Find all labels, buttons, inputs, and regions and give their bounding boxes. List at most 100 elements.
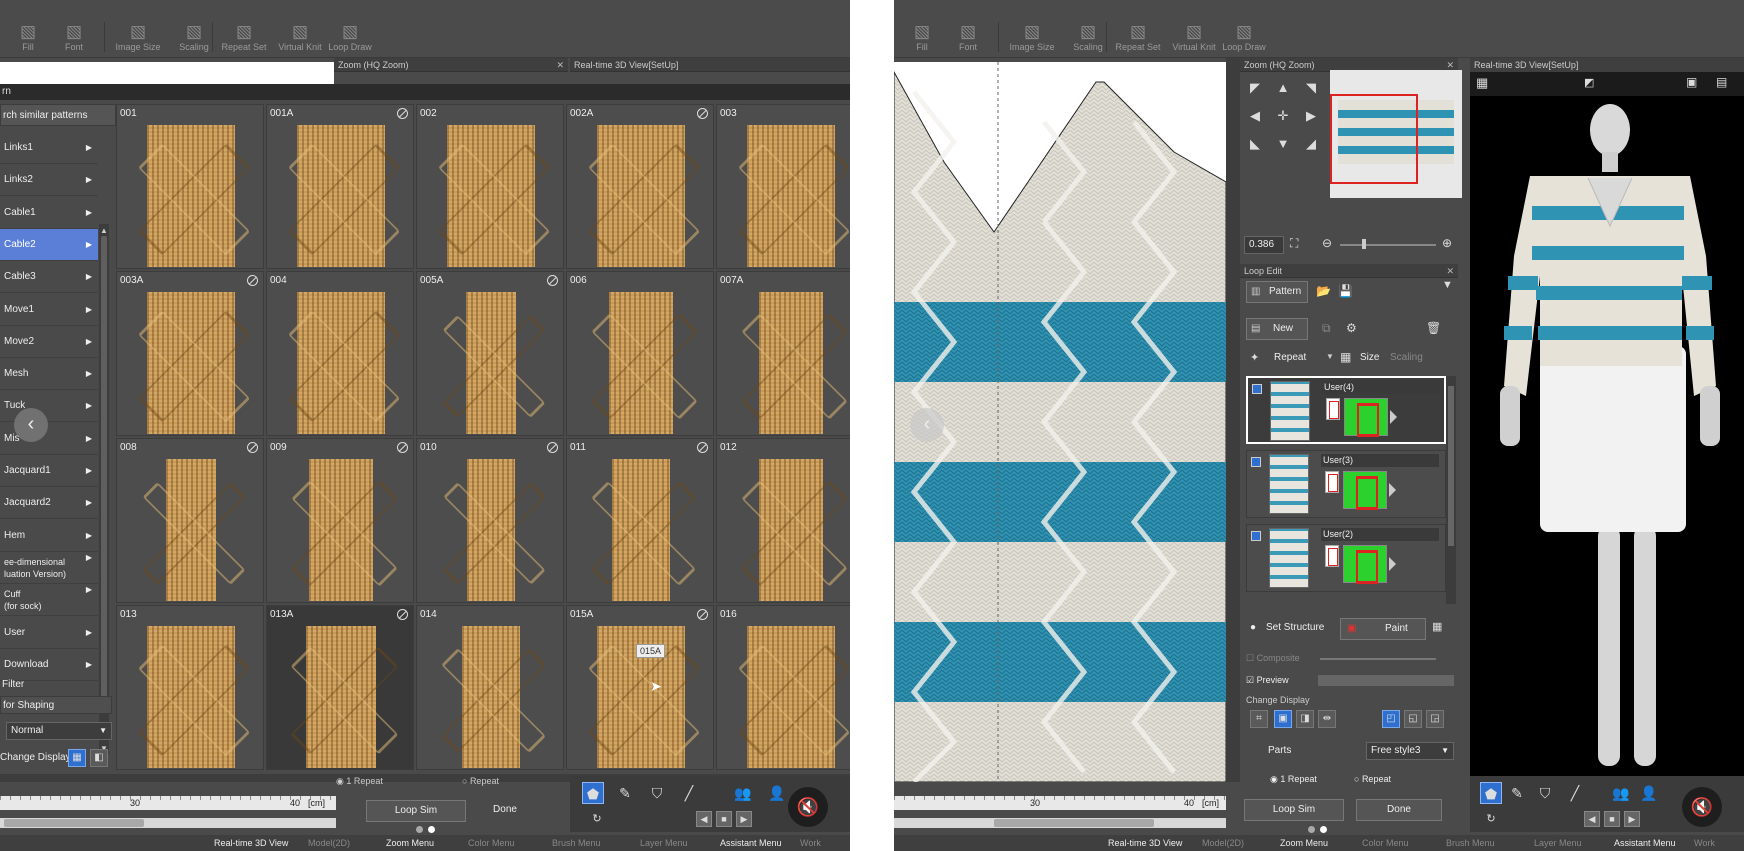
category-scrollbar-thumb[interactable] — [101, 236, 107, 706]
zoom-thumbnail[interactable] — [1330, 70, 1462, 198]
done-button[interactable]: Done — [1356, 799, 1442, 821]
prev-frame-icon[interactable]: ◀ — [1584, 811, 1600, 827]
radio-one-repeat[interactable]: ◉ 1 Repeat — [1270, 774, 1317, 785]
nav-up-right-icon[interactable]: ◥ — [1302, 80, 1320, 96]
status-bar-tab[interactable]: Color Menu — [1362, 835, 1409, 851]
layer-name[interactable]: User(2) — [1321, 528, 1439, 541]
new-button[interactable]: ▤ New — [1246, 318, 1308, 340]
status-bar-tab[interactable]: Model(2D) — [1202, 835, 1244, 851]
close-icon[interactable]: ✕ — [556, 58, 564, 72]
nav-up-left-icon[interactable]: ◤ — [1246, 80, 1264, 96]
loop-sim-button[interactable]: Loop Sim — [1244, 799, 1344, 821]
radio-repeat[interactable]: ○ Repeat — [1354, 774, 1391, 784]
category-item[interactable]: Jacquard2 ▶ — [0, 487, 98, 520]
toolbar-image-size-button[interactable]: ▧ Image Size — [110, 22, 166, 52]
repeat-dropdown-icon[interactable]: ▼ — [1326, 352, 1334, 361]
nav-up-icon[interactable]: ▲ — [1274, 80, 1292, 95]
layer-item[interactable]: User(3) — [1246, 450, 1446, 518]
toolbar-virtual-knit-button[interactable]: ▧ Virtual Knit — [1166, 22, 1222, 52]
size-label[interactable]: Size — [1360, 352, 1379, 363]
display-more-icon[interactable]: ◲ — [1426, 710, 1444, 728]
figures-icon[interactable]: 👥 — [1610, 782, 1632, 804]
stop-icon[interactable]: ■ — [1604, 811, 1620, 827]
grid-view-icon[interactable]: ▦ — [1476, 75, 1488, 91]
refresh-icon[interactable]: ↻ — [586, 808, 608, 830]
status-bar-tab[interactable]: Zoom Menu — [1280, 835, 1328, 851]
layer-item[interactable]: User(4) — [1246, 376, 1446, 444]
status-bar-tab[interactable]: Layer Menu — [640, 835, 688, 851]
nav-down-right-icon[interactable]: ◢ — [1302, 136, 1320, 152]
pattern-tile[interactable]: 002A — [566, 104, 714, 269]
stop-icon[interactable]: ■ — [716, 811, 732, 827]
category-item[interactable]: ee-dimensional luation Version) ▶ — [0, 552, 98, 584]
category-item[interactable]: Jacquard1 ▶ — [0, 455, 98, 487]
search-similar-patterns-button[interactable]: rch similar patterns — [0, 104, 116, 126]
zoom-slider-handle[interactable] — [1362, 239, 1366, 249]
save-icon[interactable]: 💾 — [1338, 284, 1353, 298]
set-structure-button[interactable]: ● Set Structure — [1246, 618, 1334, 640]
figures-icon[interactable]: 👥 — [732, 782, 754, 804]
status-bar-tab[interactable]: Zoom Menu — [386, 835, 434, 851]
ruler-tool-icon[interactable]: ╱ — [1564, 782, 1586, 804]
category-item[interactable]: Hem ▶ — [0, 520, 98, 552]
pen-tool-icon[interactable]: ⬟ — [1480, 782, 1502, 804]
category-item[interactable]: Cuff (for sock) ▶ — [0, 584, 98, 617]
refresh-icon[interactable]: ↻ — [1480, 808, 1502, 830]
close-icon[interactable]: ✕ — [1446, 264, 1454, 278]
display-mode-grid-icon[interactable]: ▦ — [68, 749, 86, 767]
layer-visible-checkbox[interactable] — [1251, 457, 1261, 467]
radio-one-repeat[interactable]: ◉ 1 Repeat — [336, 776, 383, 787]
open-folder-icon[interactable]: 📂 — [1316, 284, 1331, 298]
composite-checkbox[interactable]: ☐ Composite — [1246, 653, 1300, 664]
loop-sim-button[interactable]: Loop Sim — [366, 800, 466, 822]
status-bar-tab[interactable]: Work — [1694, 835, 1715, 851]
status-bar-tab[interactable]: Real-time 3D View — [214, 835, 288, 851]
view-settings-icon[interactable]: ▣ — [1686, 75, 1697, 89]
layer-mark-icon[interactable] — [1325, 545, 1339, 567]
pattern-tile[interactable]: 016 — [716, 605, 850, 770]
layer-structure-preview[interactable] — [1344, 398, 1388, 437]
layer-name[interactable]: User(4) — [1322, 381, 1440, 394]
pattern-tile[interactable]: 001 — [116, 104, 264, 269]
display-struct-icon[interactable]: ⌗ — [1250, 710, 1268, 728]
status-bar-tab[interactable]: Assistant Menu — [720, 835, 782, 851]
paint-button[interactable]: ▣ Paint — [1340, 618, 1426, 640]
prev-frame-icon[interactable]: ◀ — [696, 811, 712, 827]
layer-mark-icon[interactable] — [1325, 471, 1339, 493]
display-mirror-icon[interactable]: ⇹ — [1318, 710, 1336, 728]
toolbar-scaling-button[interactable]: ▧ Scaling — [166, 22, 222, 52]
nav-down-icon[interactable]: ▼ — [1274, 136, 1292, 151]
toolbar-scaling-button[interactable]: ▧ Scaling — [1060, 22, 1116, 52]
layer-visible-checkbox[interactable] — [1252, 384, 1262, 394]
repeat-icon[interactable]: ✦ — [1250, 351, 1259, 364]
realtime-3d-view[interactable]: Real-time 3D View[SetUp] ▦ ◩ ▣ ▤ — [1470, 58, 1744, 794]
pattern-tile[interactable]: 006 — [566, 271, 714, 436]
nav-right-icon[interactable]: ▶ — [1302, 108, 1320, 124]
expand-icon[interactable] — [1389, 483, 1396, 497]
figure-icon[interactable]: 👤 — [1638, 782, 1660, 804]
status-bar-tab[interactable]: Work — [800, 835, 821, 851]
mute-icon[interactable]: 🔇 — [1682, 787, 1722, 827]
zoom-slider[interactable] — [1340, 244, 1436, 246]
pattern-tile[interactable]: 012 — [716, 438, 850, 603]
preview-checkbox[interactable]: ☑ Preview — [1246, 675, 1289, 686]
category-item[interactable]: Links2 ▶ — [0, 164, 98, 197]
pattern-tile[interactable]: 015A — [566, 605, 714, 770]
parts-select[interactable]: Free style3 ▼ — [1366, 742, 1454, 760]
composite-slider[interactable] — [1320, 658, 1436, 660]
copy-icon[interactable]: ⧉ — [1322, 321, 1331, 336]
panel-menu-icon[interactable]: ▼ — [1442, 279, 1453, 291]
trash-icon[interactable]: 🗑 — [1426, 321, 1441, 335]
toolbar-repeat-set-button[interactable]: ▧ Repeat Set — [1110, 22, 1166, 52]
status-bar-tab[interactable]: Model(2D) — [308, 835, 350, 851]
layer-scrollbar-thumb[interactable] — [1448, 386, 1454, 546]
mute-icon[interactable]: 🔇 — [788, 787, 828, 827]
fit-icon[interactable]: ⛶ — [1290, 236, 1298, 251]
expand-icon[interactable] — [1390, 410, 1397, 424]
status-bar-tab[interactable]: Brush Menu — [552, 835, 601, 851]
page-dot-2[interactable] — [1320, 826, 1327, 833]
toolbar-loop-draw-button[interactable]: ▧ Loop Draw — [322, 22, 378, 52]
page-dot-2[interactable] — [428, 826, 435, 833]
category-item[interactable]: Links1 ▶ — [0, 132, 98, 164]
for-shaping-field[interactable]: for Shaping — [0, 696, 112, 714]
